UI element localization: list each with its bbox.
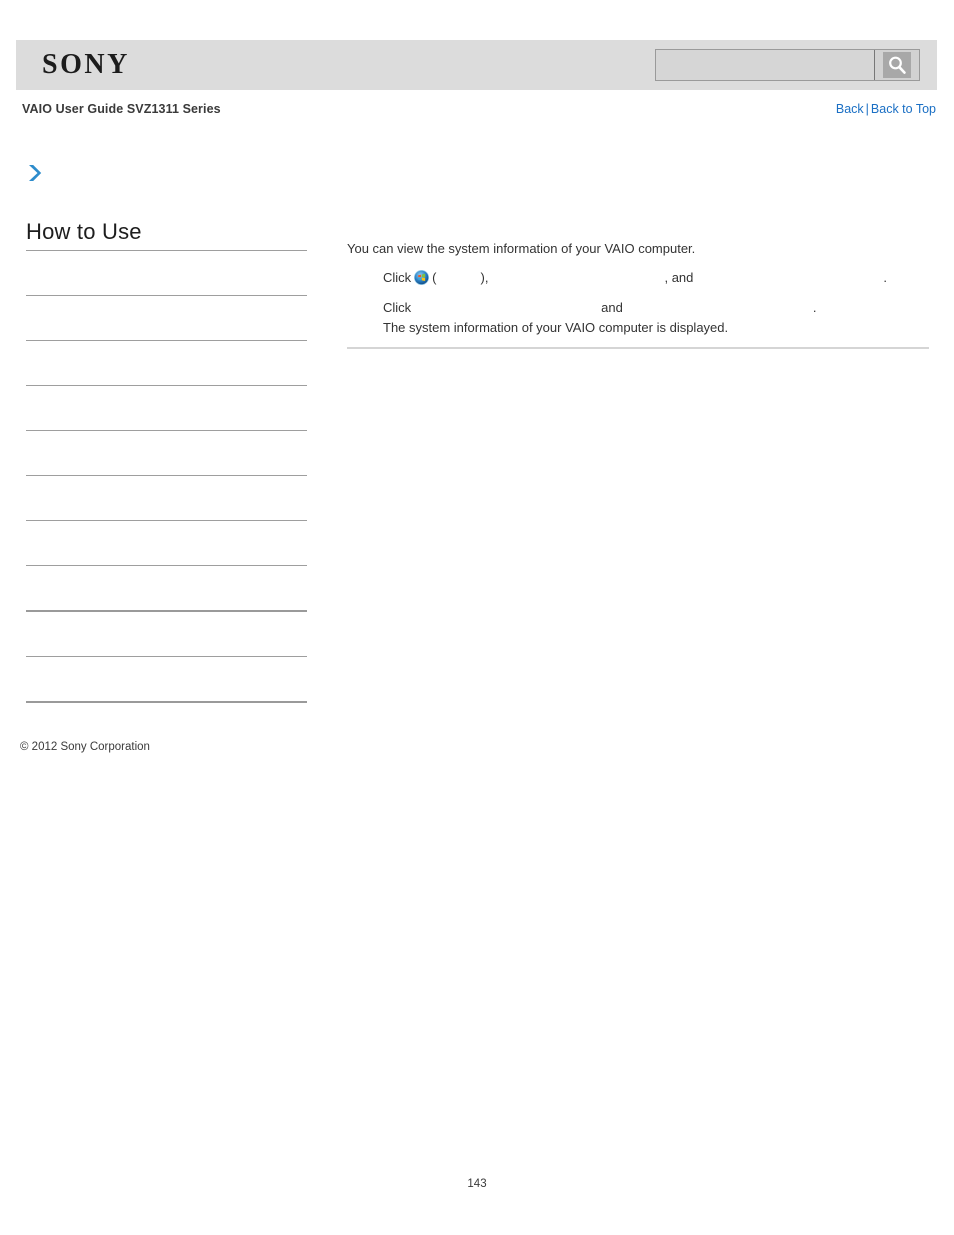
sidebar: How to Use bbox=[26, 218, 307, 703]
step-close-paren: ), bbox=[480, 270, 489, 285]
chevron-right-icon[interactable] bbox=[24, 162, 54, 188]
sidebar-item-6[interactable] bbox=[26, 476, 307, 520]
sidebar-item-2[interactable] bbox=[26, 296, 307, 340]
step-item-1: Click (), , and. bbox=[347, 268, 929, 291]
top-navigation: Back | Back to Top bbox=[836, 102, 936, 116]
sidebar-item-9[interactable] bbox=[26, 612, 307, 656]
step-and: and bbox=[601, 300, 623, 315]
windows-start-orb-icon[interactable] bbox=[414, 269, 430, 291]
sidebar-item-3[interactable] bbox=[26, 341, 307, 385]
document-title: VAIO User Guide SVZ1311 Series bbox=[22, 102, 221, 116]
header-bar: SONY bbox=[16, 40, 937, 90]
search-icon bbox=[883, 52, 911, 78]
step-period: . bbox=[883, 270, 888, 285]
search-input[interactable] bbox=[656, 50, 874, 80]
step-open-paren: ( bbox=[432, 270, 437, 285]
content-divider bbox=[347, 347, 929, 349]
sidebar-item-10[interactable] bbox=[26, 657, 307, 701]
search-box[interactable] bbox=[655, 49, 920, 81]
step-prefix: Click bbox=[383, 270, 412, 285]
sidebar-item-8[interactable] bbox=[26, 566, 307, 610]
sidebar-item-1[interactable] bbox=[26, 251, 307, 295]
step-item-3: The system information of your VAIO comp… bbox=[383, 320, 729, 335]
step-period: . bbox=[812, 300, 817, 315]
step-prefix: Click bbox=[383, 300, 412, 315]
back-to-top-link[interactable]: Back to Top bbox=[871, 102, 936, 116]
sidebar-item-4[interactable] bbox=[26, 386, 307, 430]
step-comma-and: , and bbox=[664, 270, 694, 285]
main-content: You can view the system information of y… bbox=[347, 239, 929, 345]
intro-paragraph: You can view the system information of y… bbox=[347, 241, 696, 256]
search-button[interactable] bbox=[874, 50, 919, 80]
sidebar-item-5[interactable] bbox=[26, 431, 307, 475]
sidebar-divider bbox=[26, 701, 307, 703]
steps-list: Click (), , and. Click and. The system info… bbox=[347, 268, 929, 338]
sony-logo: SONY bbox=[42, 49, 130, 80]
step-item-2: Click and. bbox=[347, 298, 929, 318]
copyright-notice: © 2012 Sony Corporation bbox=[20, 741, 150, 753]
nav-separator: | bbox=[865, 102, 869, 116]
page-number: 143 bbox=[467, 1178, 487, 1190]
sidebar-title: How to Use bbox=[26, 219, 142, 244]
sidebar-item-7[interactable] bbox=[26, 521, 307, 565]
back-link[interactable]: Back bbox=[836, 102, 864, 116]
